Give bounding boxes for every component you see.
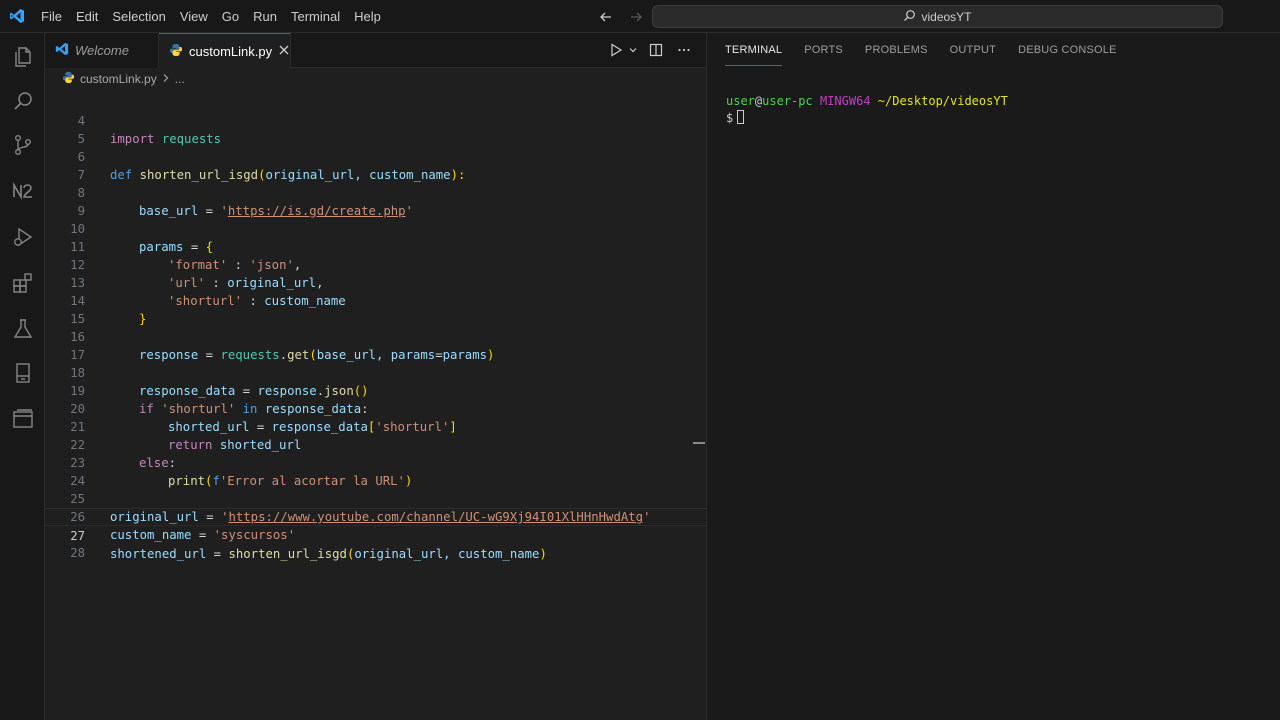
terminal-host: user-pc [762,94,813,108]
code-line[interactable]: 15 [45,292,706,326]
code-line[interactable]: 21 return shorted_url [45,400,706,452]
line-number: 28 [70,546,85,560]
chevron-right-icon [162,72,170,86]
n2-extension-icon[interactable] [0,169,45,213]
editor-group: Welcome customLink.py customLink.py ... … [45,33,706,720]
menu-edit[interactable]: Edit [69,0,105,33]
code-line[interactable]: 28 [45,526,706,560]
breadcrumb: customLink.py ... [45,68,706,90]
menu-help[interactable]: Help [347,0,388,33]
activity-bar [0,33,45,720]
tab-customlink-py[interactable]: customLink.py [159,33,291,68]
code-token: shortened_url [110,547,207,561]
code-line[interactable]: 4 import requests [45,94,706,146]
code-line[interactable]: 7 [45,148,706,182]
code-line[interactable]: 12 'url' : original_url, [45,238,706,290]
menu-file[interactable]: File [34,0,69,33]
tab-output[interactable]: OUTPUT [950,33,996,68]
code-line[interactable]: 14 } [45,274,706,326]
tab-debug-console[interactable]: DEBUG CONSOLE [1018,33,1117,68]
code-line[interactable]: 8 base_url = 'https://is.gd/create.php' [45,166,706,218]
code-line[interactable]: 20 shorted_url = response_data['shorturl… [45,382,706,434]
code-line[interactable]: 17 [45,328,706,362]
explorer-icon[interactable] [0,35,45,79]
forward-arrow-icon[interactable] [626,7,646,27]
editor-tabs: Welcome customLink.py [45,33,706,68]
code-editor[interactable]: 4 import requests 5 6 def shorten_url_is… [45,90,706,720]
code-token: = [206,547,229,561]
title-bar: File Edit Selection View Go Run Terminal… [0,0,1280,33]
extensions-icon[interactable] [0,261,45,305]
terminal-path: ~/Desktop/videosYT [877,94,1008,108]
command-center-search[interactable]: videosYT [652,5,1223,28]
source-control-icon[interactable] [0,123,45,167]
close-icon[interactable] [278,44,290,59]
code-line[interactable]: 22 else: [45,418,706,470]
code-line[interactable]: 16 response = requests.get(base_url, par… [45,310,706,362]
code-line[interactable]: 10 params = { [45,202,706,254]
scrollbar-marker[interactable] [693,442,705,444]
terminal-output[interactable]: user@user-pc MINGW64 ~/Desktop/videosYT … [726,93,1008,127]
code-line[interactable]: 9 [45,184,706,218]
code-line[interactable]: 24 [45,454,706,488]
menu-view[interactable]: View [173,0,215,33]
code-line[interactable]: 5 [45,112,706,146]
python-file-icon [62,71,75,87]
editor-actions [606,40,694,60]
code-line[interactable]: 23 print(f'Error al acortar la URL') [45,436,706,488]
run-debug-icon[interactable] [0,215,45,259]
menu-bar: File Edit Selection View Go Run Terminal… [34,0,388,33]
menu-go[interactable]: Go [215,0,246,33]
code-line[interactable]: 19 if 'shorturl' in response_data: [45,364,706,416]
menu-selection[interactable]: Selection [105,0,172,33]
testing-flask-icon[interactable] [0,307,45,351]
code-line[interactable]: 25 original_url = 'https://www.youtube.c… [45,472,706,524]
tab-label: customLink.py [189,43,273,59]
tab-welcome[interactable]: Welcome [45,33,159,68]
code-token: shorten_url_isgd [228,547,347,561]
tab-label: Welcome [75,43,129,58]
panel-layout-icon[interactable] [0,397,45,441]
terminal-prompt: $ [726,111,734,125]
search-icon [903,9,916,25]
code-line[interactable]: 26 custom_name = 'syscursos' [45,490,706,542]
back-arrow-icon[interactable] [596,7,616,27]
tab-ports[interactable]: PORTS [804,33,843,68]
breadcrumb-file[interactable]: customLink.py [80,72,157,86]
code-line[interactable]: 18 response_data = response.json() [45,346,706,398]
terminal-env: MINGW64 [819,94,871,108]
panel-tabs: TERMINAL PORTS PROBLEMS OUTPUT DEBUG CON… [725,33,1117,68]
run-python-file-icon[interactable] [606,40,626,60]
navigation-arrows [596,7,646,27]
menu-terminal[interactable]: Terminal [284,0,347,33]
python-file-icon [169,43,183,60]
code-line[interactable]: 13 'shorturl' : custom_name [45,256,706,308]
remote-explorer-icon[interactable] [0,351,45,395]
more-actions-icon[interactable] [674,40,694,60]
code-line-current[interactable]: 27 shortened_url = shorten_url_isgd(orig… [45,508,706,561]
menu-run[interactable]: Run [246,0,284,33]
line-content: shortened_url = shorten_url_isgd(origina… [110,545,547,563]
code-line[interactable]: 6 def shorten_url_isgd(original_url, cus… [45,130,706,182]
vscode-logo-icon [0,0,34,33]
split-editor-icon[interactable] [646,40,666,60]
bottom-panel: TERMINAL PORTS PROBLEMS OUTPUT DEBUG CON… [706,33,1280,720]
vscode-tab-icon [55,42,69,59]
workspace-name: videosYT [921,9,972,24]
search-icon[interactable] [0,79,45,123]
code-line[interactable]: 11 'format' : 'json', [45,220,706,272]
chevron-down-icon[interactable] [628,40,638,60]
code-token: original_url, custom_name [354,547,540,561]
tab-problems[interactable]: PROBLEMS [865,33,928,68]
breadcrumb-more[interactable]: ... [175,72,185,86]
code-token: ) [539,547,547,561]
tab-terminal[interactable]: TERMINAL [725,33,783,66]
terminal-user: user [726,94,755,108]
terminal-cursor [737,110,745,124]
